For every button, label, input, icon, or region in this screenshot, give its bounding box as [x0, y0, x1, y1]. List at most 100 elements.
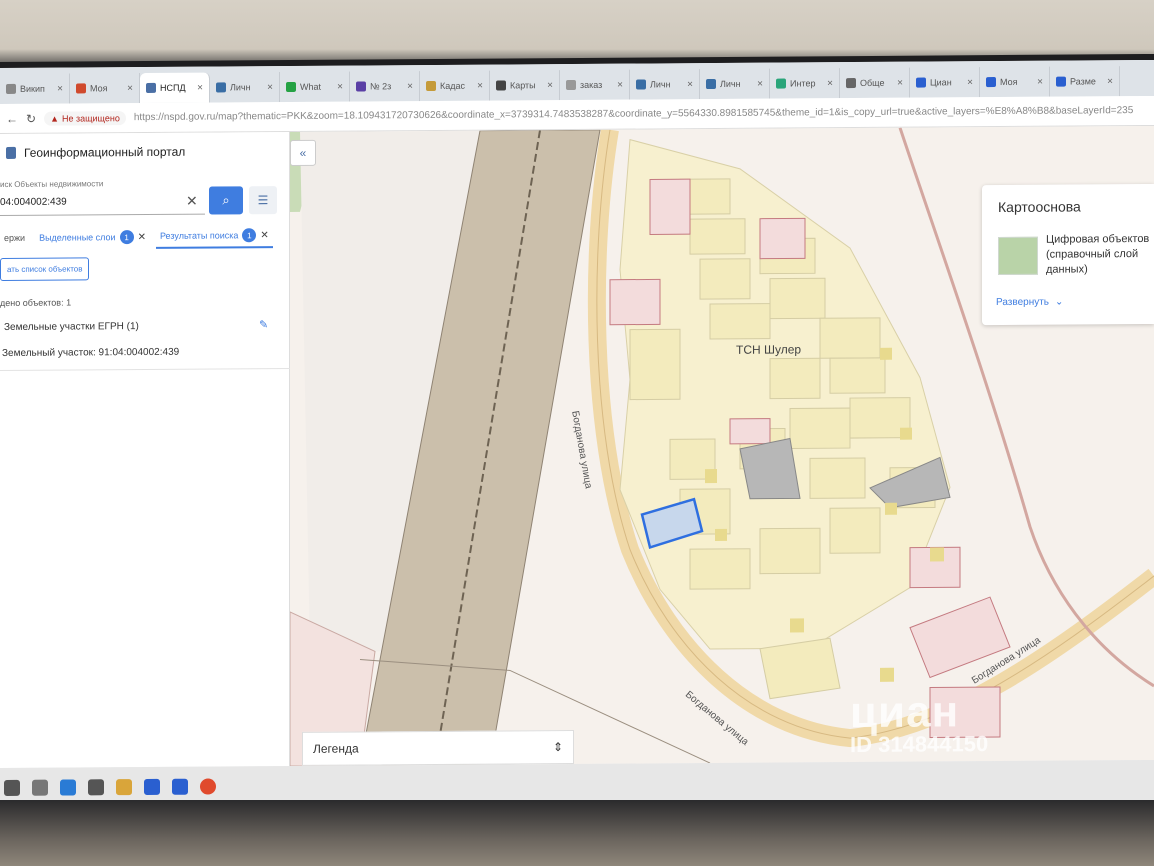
store-icon[interactable] [88, 779, 104, 796]
browser-tab[interactable]: Обще × [840, 67, 910, 99]
close-icon[interactable]: × [687, 79, 693, 90]
browser-tab-label: Карты [510, 80, 536, 91]
browser-tab[interactable]: Циан × [910, 67, 980, 98]
word-icon[interactable] [172, 778, 188, 795]
search-button[interactable]: ⌕ [209, 186, 243, 215]
lower-parcel [759, 637, 841, 700]
tab-favicon-icon [566, 79, 576, 91]
browser-tab-label: Личн [230, 82, 251, 93]
desk [0, 800, 1154, 866]
browser-tab[interactable]: заказ × [560, 69, 630, 101]
browser-tab-label: Личн [650, 79, 671, 90]
legend-label: Легенда [313, 741, 359, 756]
legend-bar[interactable]: Легенда ⇕ [302, 729, 574, 766]
browser-tab[interactable]: № 2з × [350, 71, 420, 102]
chrome-icon[interactable] [200, 778, 216, 795]
start-icon[interactable] [4, 779, 20, 796]
browser-tab-label: Викип [20, 83, 45, 94]
browser-tab[interactable]: Викип × [0, 73, 70, 104]
tab-favicon-icon [426, 80, 436, 92]
browser-tab-label: What [300, 81, 322, 92]
browser-tab[interactable]: Моя × [980, 66, 1050, 98]
task-view-icon[interactable] [32, 779, 48, 796]
close-icon[interactable]: × [407, 81, 413, 92]
close-icon[interactable]: ✕ [260, 230, 268, 241]
close-icon[interactable]: × [57, 83, 63, 94]
close-icon[interactable]: × [547, 80, 553, 91]
browser-tab-label: НСПД [160, 82, 186, 93]
browser-tab-label: заказ [580, 79, 603, 90]
basemap-name[interactable]: Цифровая объектов (справочный слой данны… [1046, 232, 1154, 278]
close-icon[interactable]: ✕ [138, 231, 146, 242]
browser-tab-label: Разме [1070, 76, 1096, 87]
tab-favicon-icon [496, 80, 506, 91]
close-icon[interactable]: × [967, 77, 973, 88]
close-icon[interactable]: × [757, 78, 763, 89]
close-icon[interactable]: × [617, 79, 623, 90]
tab-favicon-icon [356, 81, 366, 92]
close-icon[interactable]: × [267, 82, 273, 93]
watermark: циан ID 314844150 [850, 687, 988, 758]
collapse-sidebar-button[interactable]: « [290, 139, 316, 166]
grey-parcel [739, 437, 801, 500]
tab-search-results-label: Результаты поиска [159, 230, 239, 241]
browser-tab[interactable]: Личн × [700, 68, 770, 100]
browser-tab-label: Интер [790, 78, 816, 89]
close-icon[interactable]: × [827, 78, 833, 89]
app-icon[interactable] [144, 778, 160, 795]
basemap-thumbnail[interactable] [998, 236, 1038, 276]
basemap-panel: Картооснова Цифровая объектов (справочны… [982, 183, 1154, 326]
result-item[interactable]: Земельный участок: 91:04:004002:439 [2, 347, 179, 359]
tab-favicon-icon [846, 78, 856, 89]
folder-icon[interactable] [116, 779, 132, 796]
browser-tab[interactable]: Кадас × [420, 70, 490, 102]
tab-selected-layers[interactable]: Выделенные слои 1 ✕ [35, 226, 150, 249]
basemap-expand-link[interactable]: Развернуть ⌄ [996, 297, 1063, 308]
basemap-expand-label: Развернуть [996, 296, 1050, 309]
basemap-title: Картооснова [998, 198, 1081, 216]
portal-title-text: Геоинформационный портал [24, 144, 186, 160]
tab-favicon-icon [776, 78, 786, 89]
close-icon[interactable]: × [477, 80, 483, 91]
tab-search-results[interactable]: Результаты поиска 1 ✕ [155, 224, 273, 249]
browser-tab[interactable]: Личн × [210, 72, 280, 103]
result-group-title[interactable]: Земельные участки ЕГРН (1) [4, 321, 139, 333]
browser-tab[interactable]: НСПД × [140, 72, 210, 104]
watermark-id: ID 314844150 [850, 731, 989, 758]
back-icon[interactable]: ← [6, 111, 18, 125]
clear-search-icon[interactable]: ✕ [186, 193, 198, 210]
tab-favicon-icon [1056, 76, 1066, 87]
filter-icon: ☰ [257, 193, 269, 208]
search-results-badge: 1 [242, 228, 257, 243]
close-icon[interactable]: × [897, 77, 903, 88]
reload-icon[interactable]: ↻ [26, 111, 36, 125]
close-icon[interactable]: × [197, 82, 203, 93]
security-warning[interactable]: ▲ Не защищено [44, 110, 126, 126]
close-icon[interactable]: × [337, 81, 343, 92]
close-icon[interactable]: × [127, 83, 133, 94]
tab-favicon-icon [636, 79, 646, 90]
browser-tab[interactable]: Разме × [1050, 66, 1120, 97]
edge-icon[interactable] [60, 779, 76, 796]
browser-tab-label: № 2з [370, 81, 392, 92]
area-label: ТСН Шулер [736, 342, 802, 357]
tab-selected-layers-label: Выделенные слои [39, 232, 116, 243]
close-icon[interactable]: × [1107, 76, 1113, 87]
tab-layers[interactable]: ержи [0, 229, 29, 247]
browser-tab[interactable]: Личн × [630, 69, 700, 100]
url-text[interactable]: https://nspd.gov.ru/map?thematic=PKK&zoo… [134, 105, 1133, 123]
browser-tab[interactable]: Интер × [770, 68, 840, 99]
browser-tab[interactable]: Моя × [70, 73, 140, 104]
browser-tab-label: Личн [720, 78, 741, 89]
browser-tab[interactable]: Карты × [490, 70, 560, 101]
pin-icon[interactable]: ✎ [259, 318, 268, 331]
browser-tab[interactable]: What × [280, 71, 350, 103]
warning-icon: ▲ [50, 113, 59, 124]
map-canvas[interactable]: « ТСН Шулер Богданова улица Богданова ул… [290, 125, 1154, 766]
tab-favicon-icon [216, 82, 226, 93]
clear-list-button[interactable]: ать список объектов [0, 257, 90, 281]
search-input[interactable] [0, 188, 205, 216]
close-icon[interactable]: × [1037, 76, 1043, 87]
expand-toggle-icon: ⇕ [552, 740, 563, 755]
filter-button[interactable]: ☰ [249, 186, 277, 215]
